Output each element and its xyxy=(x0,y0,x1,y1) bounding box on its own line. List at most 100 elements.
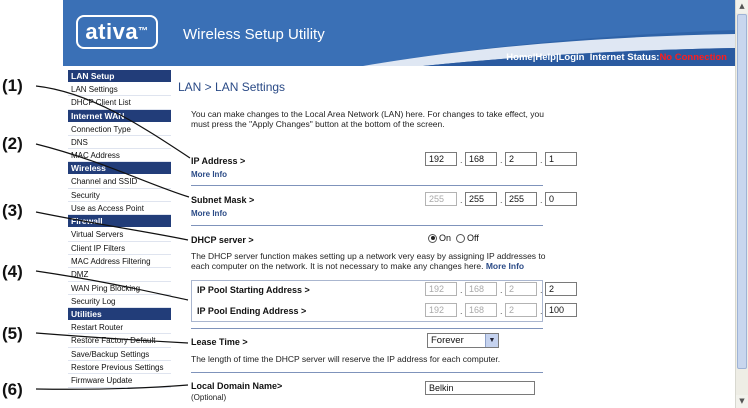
local-domain-input[interactable]: Belkin xyxy=(425,381,535,395)
sidebar-head-lan-setup[interactable]: LAN Setup xyxy=(68,70,171,82)
octet-dot: . xyxy=(500,195,503,205)
main-content: LAN > LAN Settings You can make changes … xyxy=(175,70,733,408)
chevron-down-icon[interactable]: ▼ xyxy=(485,334,498,347)
header-banner: ativa™ Wireless Setup Utility Home | Hel… xyxy=(63,0,735,66)
subnet-octet-3-input[interactable]: 255 xyxy=(505,192,537,206)
ativa-logo: ativa™ xyxy=(76,15,158,49)
sidebar-item-restart-router[interactable]: Restart Router xyxy=(68,321,171,335)
lease-time-description: The length of time the DHCP server will … xyxy=(191,354,501,364)
pool-start-octet-3: 2 xyxy=(505,282,537,296)
sidebar-item-channel-ssid[interactable]: Channel and SSID xyxy=(68,175,171,189)
trademark-mark: ™ xyxy=(138,26,149,37)
pool-start-octet-1: 192 xyxy=(425,282,457,296)
section-divider xyxy=(191,225,543,226)
ip-octet-4-input[interactable]: 1 xyxy=(545,152,577,166)
subnet-octet-1-input: 255 xyxy=(425,192,457,206)
callout-6: (6) xyxy=(2,380,23,399)
page-title: LAN > LAN Settings xyxy=(178,80,286,94)
sidebar-item-dmz[interactable]: DMZ xyxy=(68,268,171,282)
pool-end-octet-4-input[interactable]: 100 xyxy=(545,303,577,317)
subnet-octet-2-input[interactable]: 255 xyxy=(465,192,497,206)
sidebar-item-restore-factory[interactable]: Restore Factory Default xyxy=(68,334,171,348)
sidebar-item-dhcp-client-list[interactable]: DHCP Client List xyxy=(68,96,171,110)
sidebar-item-lan-settings[interactable]: LAN Settings xyxy=(68,83,171,97)
vertical-scrollbar[interactable]: ▲ ▼ xyxy=(735,0,748,408)
octet-dot: . xyxy=(460,195,463,205)
pool-end-label: IP Pool Ending Address > xyxy=(197,306,307,316)
sidebar-item-restore-previous[interactable]: Restore Previous Settings xyxy=(68,361,171,375)
callout-4: (4) xyxy=(2,262,23,281)
callout-5: (5) xyxy=(2,324,23,343)
sidebar-item-access-point[interactable]: Use as Access Point xyxy=(68,202,171,216)
browser-frame: ativa™ Wireless Setup Utility Home | Hel… xyxy=(63,0,748,408)
pool-start-label: IP Pool Starting Address > xyxy=(197,285,310,295)
section-divider xyxy=(191,185,543,186)
dhcp-on-radio[interactable] xyxy=(428,233,437,243)
section-divider xyxy=(191,328,543,329)
pool-end-octet-1: 192 xyxy=(425,303,457,317)
octet-dot: . xyxy=(500,155,503,165)
top-links-bar: Home | Help | Login Internet Status: No … xyxy=(506,52,727,63)
octet-dot: . xyxy=(540,195,543,205)
sidebar-nav: LAN Setup LAN Settings DHCP Client List … xyxy=(68,70,171,408)
sidebar-item-security[interactable]: Security xyxy=(68,189,171,203)
sidebar-head-utilities[interactable]: Utilities xyxy=(68,308,171,321)
sidebar-item-virtual-servers[interactable]: Virtual Servers xyxy=(68,228,171,242)
pool-end-octet-3: 2 xyxy=(505,303,537,317)
ip-address-more-info-link[interactable]: More Info xyxy=(191,170,227,179)
octet-dot: . xyxy=(460,155,463,165)
callout-2: (2) xyxy=(2,134,23,153)
login-link[interactable]: Login xyxy=(559,52,585,63)
app-title: Wireless Setup Utility xyxy=(183,26,325,43)
octet-dot: . xyxy=(540,285,543,295)
dhcp-server-label: DHCP server > xyxy=(191,235,254,245)
lease-time-value: Forever xyxy=(431,335,464,346)
lease-time-select[interactable]: Forever ▼ xyxy=(427,333,499,348)
local-domain-label: Local Domain Name> xyxy=(191,381,283,391)
subnet-mask-label: Subnet Mask > xyxy=(191,195,255,205)
lease-time-label: Lease Time > xyxy=(191,337,248,347)
ip-octet-1-input[interactable]: 192 xyxy=(425,152,457,166)
internet-status-value: No Connection xyxy=(659,52,727,63)
sidebar-item-client-ip-filters[interactable]: Client IP Filters xyxy=(68,242,171,255)
local-domain-optional-note: (Optional) xyxy=(191,393,227,402)
sidebar-item-mac-address[interactable]: MAC Address xyxy=(68,149,171,163)
pool-start-octet-4-input[interactable]: 2 xyxy=(545,282,577,296)
sidebar-item-wan-ping-blocking[interactable]: WAN Ping Blocking xyxy=(68,282,171,295)
ip-octet-2-input[interactable]: 168 xyxy=(465,152,497,166)
intro-text: You can make changes to the Local Area N… xyxy=(191,109,544,129)
scroll-down-arrow-icon[interactable]: ▼ xyxy=(736,395,748,408)
dhcp-description: The DHCP server function makes setting u… xyxy=(191,251,551,271)
sidebar-item-connection-type[interactable]: Connection Type xyxy=(68,123,171,136)
subnet-more-info-link[interactable]: More Info xyxy=(191,209,227,218)
help-link[interactable]: Help xyxy=(535,52,556,63)
octet-dot: . xyxy=(540,306,543,316)
logo-text: ativa xyxy=(85,19,139,44)
callout-3: (3) xyxy=(2,201,23,220)
sidebar-head-internet-wan[interactable]: Internet WAN xyxy=(68,109,171,122)
pool-start-octet-2: 168 xyxy=(465,282,497,296)
section-divider xyxy=(191,372,543,373)
dhcp-on-label: On xyxy=(439,233,452,243)
octet-dot: . xyxy=(500,285,503,295)
sidebar-head-wireless[interactable]: Wireless xyxy=(68,162,171,175)
sidebar-item-firmware-update[interactable]: Firmware Update xyxy=(68,374,171,388)
sidebar-item-mac-filtering[interactable]: MAC Address Filtering xyxy=(68,255,171,269)
dhcp-off-label: Off xyxy=(467,233,479,243)
scrollbar-thumb[interactable] xyxy=(737,14,747,369)
subnet-octet-4-input[interactable]: 0 xyxy=(545,192,577,206)
dhcp-radio-group: On Off xyxy=(428,233,479,243)
octet-dot: . xyxy=(540,155,543,165)
ip-octet-3-input[interactable]: 2 xyxy=(505,152,537,166)
scroll-up-arrow-icon[interactable]: ▲ xyxy=(736,0,748,13)
octet-dot: . xyxy=(460,306,463,316)
internet-status-label: Internet Status: xyxy=(584,52,660,63)
sidebar-head-firewall[interactable]: Firewall xyxy=(68,215,171,228)
sidebar-item-dns[interactable]: DNS xyxy=(68,136,171,150)
sidebar-item-save-backup[interactable]: Save/Backup Settings xyxy=(68,348,171,362)
home-link[interactable]: Home xyxy=(506,52,532,63)
dhcp-more-info-link[interactable]: More Info xyxy=(486,261,524,271)
sidebar-item-security-log[interactable]: Security Log xyxy=(68,295,171,309)
dhcp-off-radio[interactable] xyxy=(456,233,466,243)
ip-address-label: IP Address > xyxy=(191,156,246,166)
